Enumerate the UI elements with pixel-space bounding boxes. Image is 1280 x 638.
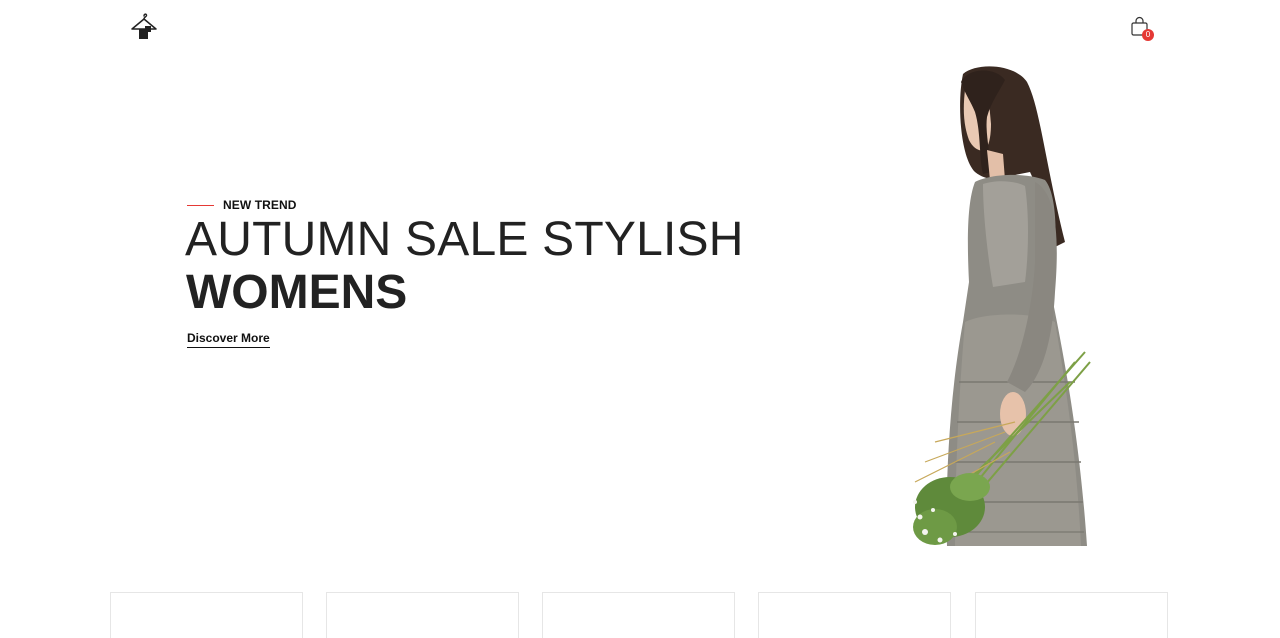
hero-eyebrow: NEW TREND: [187, 197, 297, 213]
category-card[interactable]: [542, 592, 735, 638]
discover-more-link[interactable]: Discover More: [187, 331, 270, 348]
category-card[interactable]: [975, 592, 1168, 638]
hero-title-line1: AUTUMN SALE STYLISH: [185, 213, 744, 266]
eyebrow-divider: [187, 204, 214, 206]
eyebrow-text: NEW TREND: [223, 198, 297, 212]
page: 0 NEW TREND AUTUMN SALE STYLISH WOMENS D…: [0, 0, 1280, 638]
category-cards-row: [110, 592, 1170, 638]
hero-model-image: [895, 62, 1100, 548]
category-card[interactable]: [758, 592, 951, 638]
cart-count-badge: 0: [1142, 29, 1154, 41]
category-card[interactable]: [110, 592, 303, 638]
hero-title-line2: WOMENS: [186, 266, 408, 319]
hanger-logo-icon[interactable]: [129, 12, 159, 42]
category-card[interactable]: [326, 592, 519, 638]
